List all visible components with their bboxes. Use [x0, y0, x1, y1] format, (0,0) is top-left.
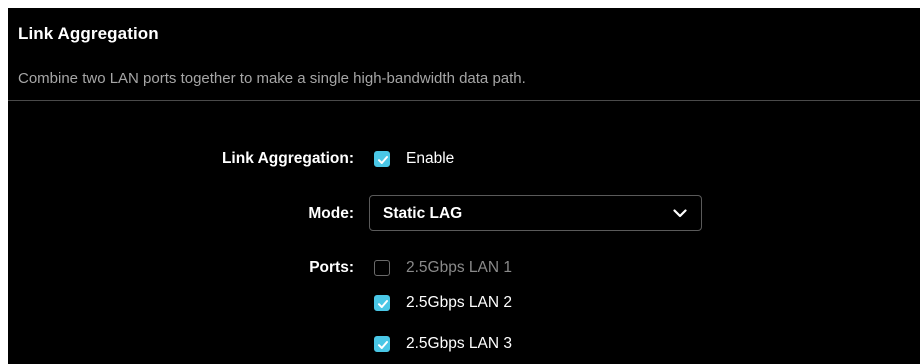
check-icon: [378, 341, 388, 349]
mode-label: Mode:: [308, 205, 354, 222]
ports-label: Ports:: [309, 259, 354, 276]
port-lan1-label[interactable]: 2.5Gbps LAN 1: [406, 259, 512, 277]
chevron-down-icon: [673, 209, 687, 218]
mode-selected-value: Static LAG: [383, 205, 463, 222]
divider: [8, 100, 920, 101]
port-lan1-checkbox[interactable]: [374, 260, 390, 276]
link-aggregation-panel: Link Aggregation Combine two LAN ports t…: [8, 8, 920, 364]
check-icon: [378, 300, 388, 308]
enable-label[interactable]: Enable: [406, 150, 454, 168]
enable-checkbox[interactable]: [374, 151, 390, 167]
port-lan2-label[interactable]: 2.5Gbps LAN 2: [406, 294, 512, 312]
port-lan3-checkbox[interactable]: [374, 336, 390, 352]
port-lan2-checkbox[interactable]: [374, 295, 390, 311]
mode-select[interactable]: Static LAG: [369, 195, 702, 231]
link-aggregation-label: Link Aggregation:: [221, 150, 354, 167]
section-title: Link Aggregation: [18, 24, 159, 43]
port-lan3-label[interactable]: 2.5Gbps LAN 3: [406, 335, 512, 353]
check-icon: [378, 156, 388, 164]
section-description: Combine two LAN ports together to make a…: [18, 70, 526, 87]
